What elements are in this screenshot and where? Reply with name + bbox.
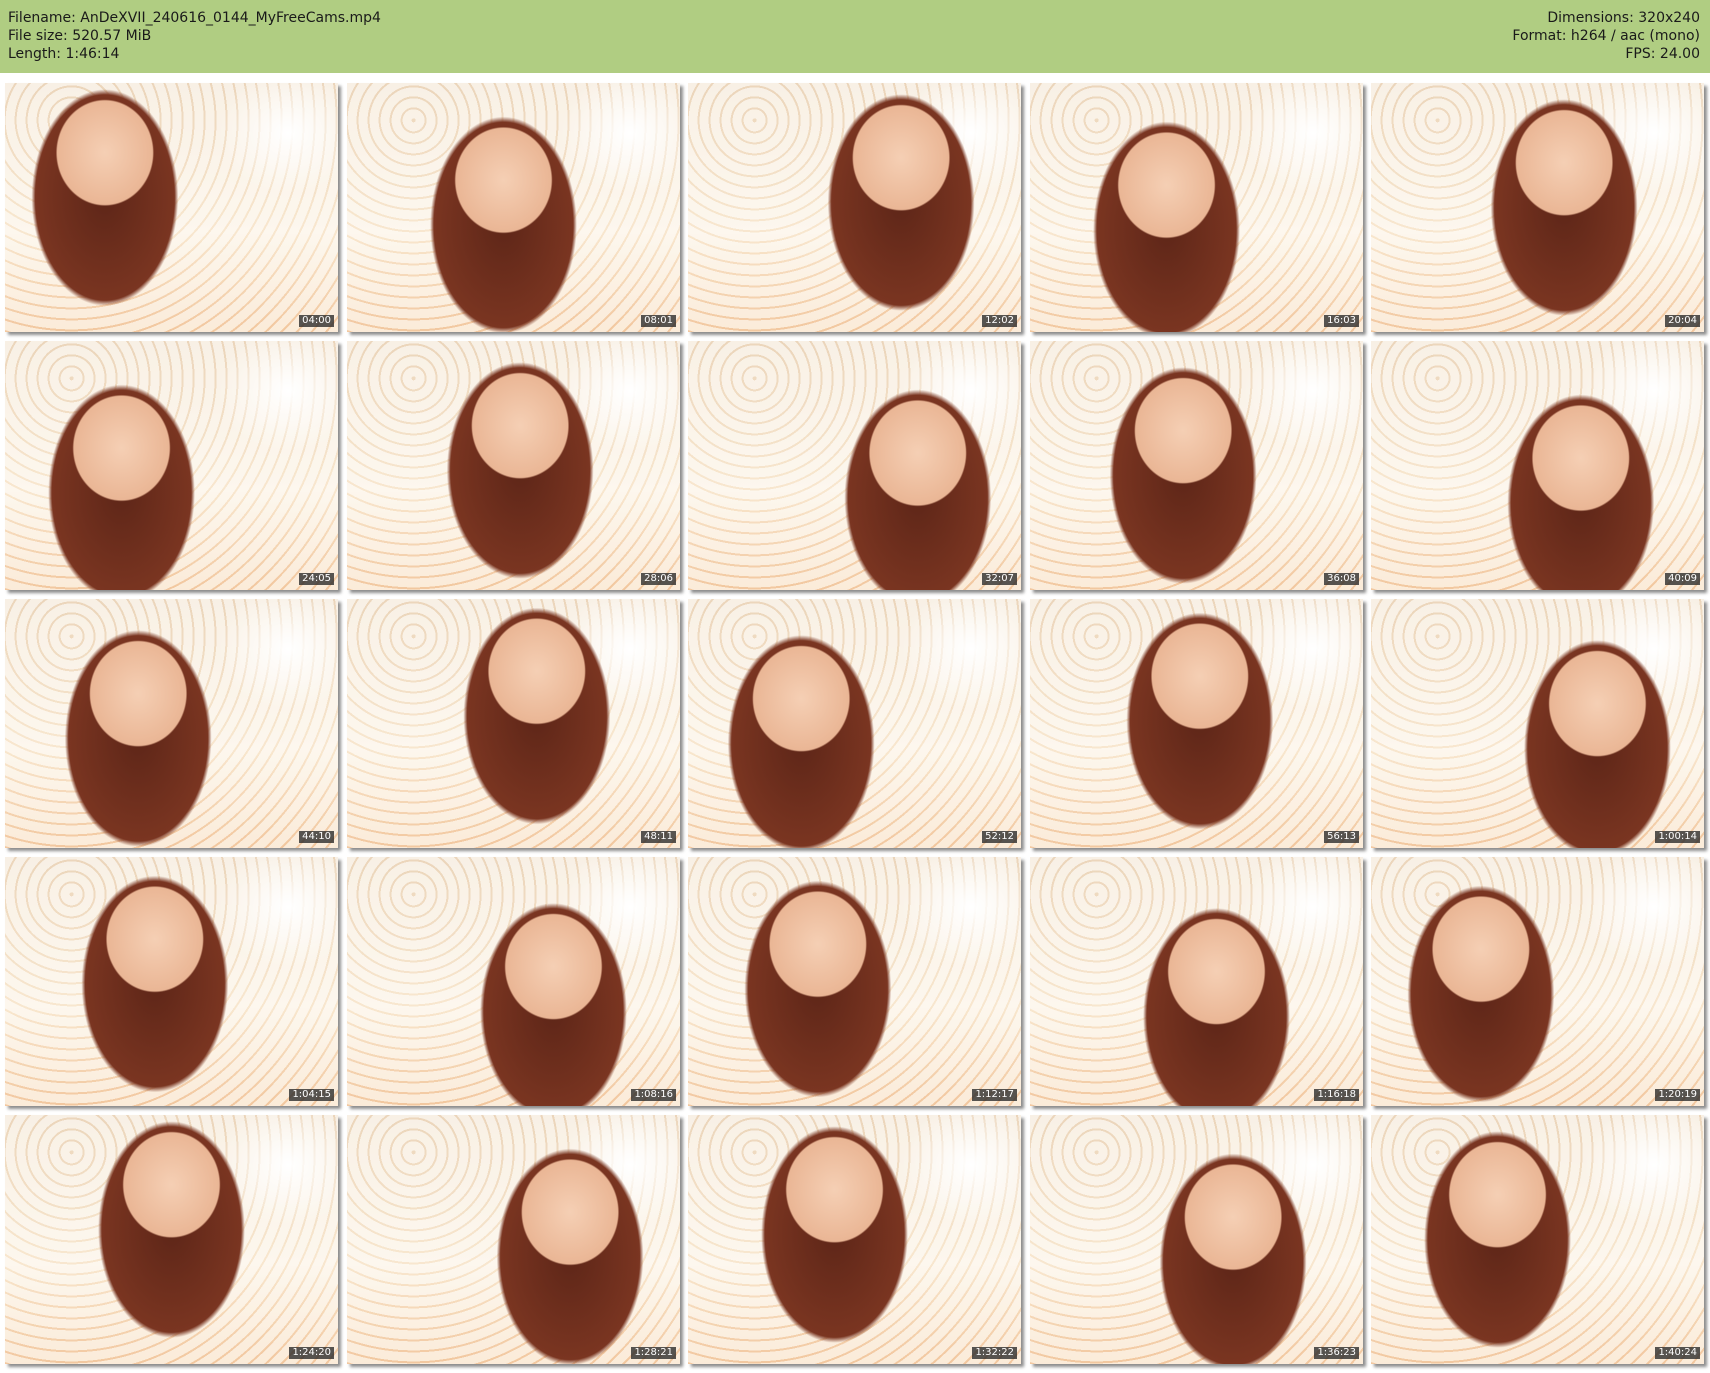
timestamp-label: 32:07 (982, 573, 1017, 585)
length-text: Length: 1:46:14 (8, 46, 120, 62)
video-thumbnail: 40:09 (1371, 341, 1704, 590)
timestamp-label: 1:16:18 (1314, 1089, 1359, 1101)
video-thumbnail: 1:12:17 (688, 857, 1021, 1106)
frame-image (1371, 83, 1704, 332)
video-thumbnail: 52:12 (688, 599, 1021, 848)
video-thumbnail: 1:28:21 (347, 1115, 680, 1364)
video-thumbnail: 04:00 (5, 83, 338, 332)
timestamp-label: 1:36:23 (1314, 1347, 1359, 1359)
frame-image (347, 1115, 680, 1364)
timestamp-label: 1:40:24 (1655, 1347, 1700, 1359)
frame-image (688, 83, 1021, 332)
timestamp-label: 1:08:16 (631, 1089, 676, 1101)
frame-image (1030, 857, 1363, 1106)
frame-image (688, 857, 1021, 1106)
frame-image (1371, 1115, 1704, 1364)
video-thumbnail: 1:32:22 (688, 1115, 1021, 1364)
video-thumbnail: 1:24:20 (5, 1115, 338, 1364)
frame-image (1371, 341, 1704, 590)
timestamp-label: 04:00 (299, 315, 334, 327)
frame-image (1030, 341, 1363, 590)
video-thumbnail: 24:05 (5, 341, 338, 590)
timestamp-label: 20:04 (1665, 315, 1700, 327)
video-thumbnail: 1:08:16 (347, 857, 680, 1106)
timestamp-label: 1:28:21 (631, 1347, 676, 1359)
video-thumbnail: 20:04 (1371, 83, 1704, 332)
frame-image (347, 599, 680, 848)
timestamp-label: 1:32:22 (972, 1347, 1017, 1359)
video-thumbnail: 1:36:23 (1030, 1115, 1363, 1364)
frame-image (5, 1115, 338, 1364)
timestamp-label: 52:12 (982, 831, 1017, 843)
video-thumbnail: 16:03 (1030, 83, 1363, 332)
timestamp-label: 24:05 (299, 573, 334, 585)
timestamp-label: 12:02 (982, 315, 1017, 327)
frame-image (5, 857, 338, 1106)
timestamp-label: 56:13 (1324, 831, 1359, 843)
info-header: Filename: AnDeXVII_240616_0144_MyFreeCam… (0, 0, 1710, 73)
thumbnail-grid: 04:00 08:01 12:02 16:03 20:04 24:05 28:06 32:07… (5, 83, 1705, 1370)
video-thumbnail: 12:02 (688, 83, 1021, 332)
timestamp-label: 1:20:19 (1655, 1089, 1700, 1101)
frame-image (1371, 599, 1704, 848)
video-thumbnail: 56:13 (1030, 599, 1363, 848)
frame-image (688, 1115, 1021, 1364)
frame-image (347, 857, 680, 1106)
video-thumbnail: 28:06 (347, 341, 680, 590)
video-thumbnail: 1:20:19 (1371, 857, 1704, 1106)
timestamp-label: 48:11 (641, 831, 676, 843)
fps-text: FPS: 24.00 (1625, 46, 1700, 62)
frame-image (688, 599, 1021, 848)
filesize-text: File size: 520.57 MiB (8, 28, 152, 44)
format-text: Format: h264 / aac (mono) (1512, 28, 1700, 44)
video-thumbnail: 1:40:24 (1371, 1115, 1704, 1364)
frame-image (5, 599, 338, 848)
timestamp-label: 16:03 (1324, 315, 1359, 327)
video-thumbnail: 36:08 (1030, 341, 1363, 590)
frame-image (1371, 857, 1704, 1106)
video-thumbnail: 08:01 (347, 83, 680, 332)
video-thumbnail: 32:07 (688, 341, 1021, 590)
frame-image (347, 83, 680, 332)
timestamp-label: 1:12:17 (972, 1089, 1017, 1101)
timestamp-label: 44:10 (299, 831, 334, 843)
timestamp-label: 08:01 (641, 315, 676, 327)
timestamp-label: 1:24:20 (289, 1347, 334, 1359)
video-thumbnail: 1:16:18 (1030, 857, 1363, 1106)
video-thumbnail: 48:11 (347, 599, 680, 848)
timestamp-label: 1:00:14 (1655, 831, 1700, 843)
frame-image (5, 83, 338, 332)
file-info-right: Dimensions: 320x240 Format: h264 / aac (… (1512, 9, 1700, 63)
timestamp-label: 40:09 (1665, 573, 1700, 585)
frame-image (1030, 599, 1363, 848)
video-thumbnail: 1:00:14 (1371, 599, 1704, 848)
filename-text: Filename: AnDeXVII_240616_0144_MyFreeCam… (8, 10, 381, 26)
timestamp-label: 28:06 (641, 573, 676, 585)
timestamp-label: 36:08 (1324, 573, 1359, 585)
frame-image (688, 341, 1021, 590)
video-thumbnail: 44:10 (5, 599, 338, 848)
frame-image (347, 341, 680, 590)
frame-image (1030, 1115, 1363, 1364)
frame-image (1030, 83, 1363, 332)
video-thumbnail: 1:04:15 (5, 857, 338, 1106)
frame-image (5, 341, 338, 590)
file-info-left: Filename: AnDeXVII_240616_0144_MyFreeCam… (8, 9, 381, 63)
timestamp-label: 1:04:15 (289, 1089, 334, 1101)
dimensions-text: Dimensions: 320x240 (1547, 10, 1700, 26)
